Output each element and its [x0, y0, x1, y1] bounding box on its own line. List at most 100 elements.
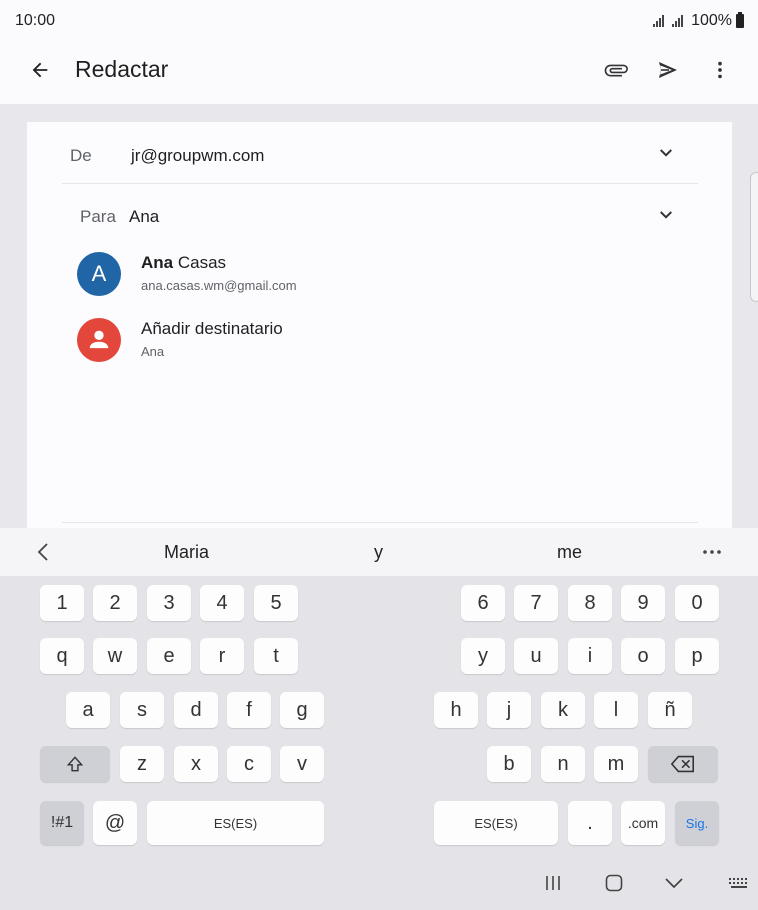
add-recipient-suggestion[interactable]: Añadir destinatario Ana — [77, 316, 677, 372]
chevron-down-icon — [665, 878, 683, 889]
send-button[interactable] — [652, 54, 684, 86]
more-vertical-icon — [718, 61, 722, 79]
word-suggestion[interactable]: y — [374, 542, 383, 563]
key-6[interactable]: 6 — [461, 585, 505, 621]
key-t[interactable]: t — [254, 638, 298, 674]
key-q[interactable]: q — [40, 638, 84, 674]
key-7[interactable]: 7 — [514, 585, 558, 621]
app-bar: Redactar — [0, 42, 758, 104]
add-recipient-query: Ana — [141, 344, 165, 359]
key-u[interactable]: u — [514, 638, 558, 674]
word-suggestion[interactable]: me — [557, 542, 582, 563]
key-0[interactable]: 0 — [675, 585, 719, 621]
shift-key[interactable] — [40, 746, 110, 782]
signal-icon — [672, 15, 684, 27]
avatar — [77, 318, 121, 362]
symbols-key[interactable]: !#1 — [40, 801, 84, 845]
to-expand-button[interactable] — [654, 203, 678, 227]
person-icon — [89, 330, 109, 349]
key-e[interactable]: e — [147, 638, 191, 674]
contact-name: Ana Casas — [141, 253, 227, 272]
key-n[interactable]: n — [541, 746, 585, 782]
key-n-tilde[interactable]: ñ — [648, 692, 692, 728]
key-1[interactable]: 1 — [40, 585, 84, 621]
from-expand-button[interactable] — [654, 141, 678, 165]
keyboard-switch-button[interactable] — [727, 872, 751, 894]
key-2[interactable]: 2 — [93, 585, 137, 621]
key-l[interactable]: l — [594, 692, 638, 728]
key-9[interactable]: 9 — [621, 585, 665, 621]
at-key[interactable]: @ — [93, 801, 137, 845]
key-j[interactable]: j — [487, 692, 531, 728]
key-o[interactable]: o — [621, 638, 665, 674]
more-options-button[interactable] — [704, 54, 736, 86]
home-icon — [605, 874, 623, 892]
to-label: Para — [80, 207, 116, 226]
status-indicators: 100% — [653, 12, 744, 30]
key-m[interactable]: m — [594, 746, 638, 782]
key-a[interactable]: a — [66, 692, 110, 728]
status-time: 10:00 — [15, 12, 56, 29]
key-x[interactable]: x — [174, 746, 218, 782]
key-d[interactable]: d — [174, 692, 218, 728]
key-b[interactable]: b — [487, 746, 531, 782]
from-field[interactable]: jr@groupwm.com — [131, 146, 264, 166]
avatar: A — [77, 252, 121, 296]
recent-apps-button[interactable] — [543, 872, 563, 894]
dotcom-key[interactable]: .com — [621, 801, 665, 845]
space-key-right[interactable]: ES(ES) — [434, 801, 558, 845]
attach-button[interactable] — [600, 54, 632, 86]
key-y[interactable]: y — [461, 638, 505, 674]
home-button[interactable] — [603, 872, 625, 894]
key-i[interactable]: i — [568, 638, 612, 674]
key-s[interactable]: s — [120, 692, 164, 728]
backspace-key[interactable] — [648, 746, 718, 782]
key-8[interactable]: 8 — [568, 585, 612, 621]
chevron-left-icon — [37, 543, 48, 561]
keyboard-suggestion-bar: Maria y me — [0, 528, 758, 576]
key-4[interactable]: 4 — [200, 585, 244, 621]
status-bar: 10:00 100% — [0, 0, 758, 42]
shift-icon — [66, 756, 84, 772]
add-recipient-label: Añadir destinatario — [141, 319, 283, 338]
key-k[interactable]: k — [541, 692, 585, 728]
page-title: Redactar — [75, 56, 169, 82]
arrow-left-icon — [32, 62, 48, 78]
next-key[interactable]: Sig. — [675, 801, 719, 845]
scrollbar-handle[interactable] — [750, 172, 758, 302]
contact-email: ana.casas.wm@gmail.com — [141, 278, 297, 293]
period-key[interactable]: . — [568, 801, 612, 845]
from-label: De — [70, 146, 92, 165]
key-5[interactable]: 5 — [254, 585, 298, 621]
back-button[interactable] — [26, 56, 54, 84]
to-input[interactable]: Ana — [129, 207, 159, 227]
word-suggestion[interactable]: Maria — [164, 542, 209, 563]
keyboard-icon — [729, 878, 747, 888]
more-horizontal-icon — [703, 550, 721, 554]
key-p[interactable]: p — [675, 638, 719, 674]
key-r[interactable]: r — [200, 638, 244, 674]
keyboard — [0, 576, 758, 910]
collapse-suggestions-button[interactable] — [32, 540, 56, 564]
battery-percentage: 100% — [691, 12, 732, 29]
key-3[interactable]: 3 — [147, 585, 191, 621]
key-f[interactable]: f — [227, 692, 271, 728]
send-icon — [659, 62, 677, 78]
compose-card: De jr@groupwm.com Para Ana A Ana Casas a… — [27, 122, 732, 528]
key-c[interactable]: c — [227, 746, 271, 782]
battery-icon — [736, 12, 744, 28]
divider — [62, 522, 698, 523]
key-w[interactable]: w — [93, 638, 137, 674]
recent-apps-icon — [546, 876, 560, 890]
paperclip-icon — [604, 64, 628, 77]
key-z[interactable]: z — [120, 746, 164, 782]
key-g[interactable]: g — [280, 692, 324, 728]
space-key-left[interactable]: ES(ES) — [147, 801, 324, 845]
keyboard-more-button[interactable] — [700, 542, 724, 562]
hide-keyboard-button[interactable] — [663, 872, 685, 894]
key-v[interactable]: v — [280, 746, 324, 782]
divider — [62, 183, 698, 184]
contact-suggestion-ana-casas[interactable]: A Ana Casas ana.casas.wm@gmail.com — [77, 250, 677, 306]
key-h[interactable]: h — [434, 692, 478, 728]
chevron-down-icon — [660, 149, 672, 157]
